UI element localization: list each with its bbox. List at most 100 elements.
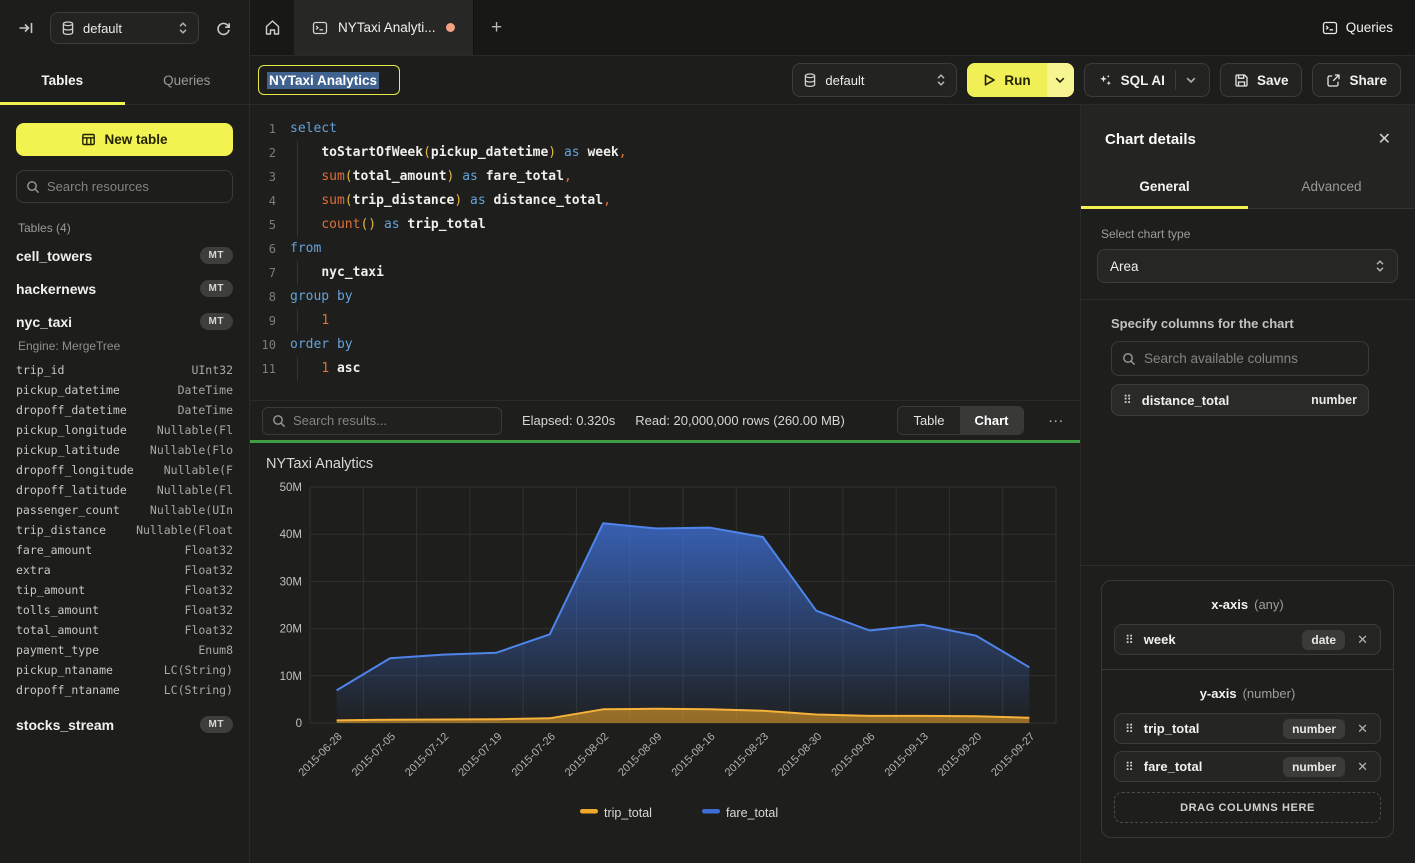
results-search-input[interactable]: [293, 413, 492, 428]
view-toggle-table[interactable]: Table: [898, 407, 959, 434]
chevron-updown-icon: [178, 21, 188, 35]
code-line: 1select: [250, 117, 1080, 141]
legend-swatch-fare_total[interactable]: [702, 809, 720, 814]
token: ): [548, 145, 556, 160]
tab-nytaxi-analytics[interactable]: NYTaxi Analyti...: [294, 0, 474, 55]
run-options-caret[interactable]: [1047, 63, 1074, 97]
new-table-button[interactable]: New table: [16, 123, 233, 156]
run-button-main[interactable]: Run: [967, 63, 1046, 97]
drag-handle-icon[interactable]: ⠿: [1123, 394, 1132, 406]
chevron-down-icon: [1186, 77, 1196, 84]
new-tab-button[interactable]: +: [474, 0, 520, 55]
chart-type-dropdown[interactable]: Area: [1097, 249, 1398, 283]
panel-tab-underline: [1081, 206, 1248, 209]
run-button[interactable]: Run: [967, 63, 1073, 97]
table-engine-badge: MT: [200, 716, 233, 733]
line-number: 5: [250, 213, 276, 237]
token: [462, 193, 470, 208]
remove-icon[interactable]: ✕: [1355, 632, 1370, 648]
available-column-distance_total[interactable]: ⠿distance_totalnumber: [1111, 384, 1369, 416]
column-name: fare_amount: [16, 543, 92, 557]
column-row: dropoff_latitudeNullable(Fl: [16, 480, 233, 500]
axis-item-trip_total[interactable]: ⠿trip_totalnumber✕: [1114, 713, 1381, 744]
table-row-nyc_taxi[interactable]: nyc_taxiMT: [16, 305, 233, 338]
drag-columns-drop-zone[interactable]: DRAG COLUMNS HERE: [1114, 792, 1381, 823]
panel-header: Chart details ✕: [1081, 105, 1415, 167]
panel-tab-general[interactable]: General: [1081, 167, 1248, 208]
code-tokens: from: [290, 237, 321, 261]
table-row-hackernews[interactable]: hackernewsMT: [16, 272, 233, 305]
y-axis-section: y-axis(number) ⠿trip_totalnumber✕⠿fare_t…: [1102, 669, 1393, 837]
remove-icon[interactable]: ✕: [1355, 759, 1370, 775]
legend-label-trip_total[interactable]: trip_total: [604, 806, 652, 820]
sidebar-tab-tables[interactable]: Tables: [0, 56, 125, 104]
database-selector[interactable]: default: [50, 12, 199, 44]
column-type: number: [1311, 393, 1357, 407]
chevron-down-icon: [1055, 77, 1065, 84]
column-row: trip_distanceNullable(Float: [16, 520, 233, 540]
indent-guide: [297, 189, 298, 213]
token: fare_total: [486, 169, 564, 184]
column-row: dropoff_datetimeDateTime: [16, 400, 233, 420]
token: week: [587, 145, 618, 160]
sql-ai-button[interactable]: SQL AI: [1084, 63, 1210, 97]
query-toolbar: NYTaxi Analytics default Run SQL AI: [250, 56, 1415, 105]
close-icon[interactable]: ✕: [1378, 129, 1391, 149]
axis-item-week[interactable]: ⠿weekdate✕: [1114, 624, 1381, 655]
x-axis-title: x-axis(any): [1114, 597, 1381, 612]
table-row-stocks_stream[interactable]: stocks_streamMT: [16, 708, 233, 741]
columns-search[interactable]: [1111, 341, 1369, 376]
code-tokens: order by: [290, 333, 353, 357]
chart-title: NYTaxi Analytics: [250, 443, 1080, 472]
refresh-button[interactable]: [209, 14, 237, 42]
column-name: tolls_amount: [16, 603, 99, 617]
drag-handle-icon[interactable]: ⠿: [1125, 723, 1134, 735]
drag-handle-icon[interactable]: ⠿: [1125, 761, 1134, 773]
sidebar-search-input[interactable]: [47, 179, 223, 194]
drag-handle-icon[interactable]: ⠿: [1125, 634, 1134, 646]
indent-guide: [297, 213, 298, 237]
columns-search-input[interactable]: [1144, 351, 1358, 366]
axis-item-fare_total[interactable]: ⠿fare_totalnumber✕: [1114, 751, 1381, 782]
y-axis-label: y-axis: [1200, 686, 1237, 701]
panel-title: Chart details: [1105, 131, 1196, 148]
column-row: fare_amountFloat32: [16, 540, 233, 560]
sidebar: New table Tables (4) cell_towersMThacker…: [0, 105, 250, 863]
view-toggle: Table Chart: [897, 406, 1024, 435]
sql-ai-separator: [1175, 70, 1176, 90]
code-line: 8group by: [250, 285, 1080, 309]
panel-tab-advanced[interactable]: Advanced: [1248, 167, 1415, 208]
results-search[interactable]: [262, 407, 502, 435]
sidebar-tab-queries[interactable]: Queries: [125, 56, 250, 104]
collapse-sidebar-button[interactable]: [12, 14, 40, 42]
sidebar-search[interactable]: [16, 170, 233, 203]
run-database-selector[interactable]: default: [792, 63, 957, 97]
view-toggle-chart[interactable]: Chart: [960, 407, 1024, 434]
token: select: [290, 121, 337, 136]
queries-button[interactable]: Queries: [1300, 0, 1415, 55]
save-button[interactable]: Save: [1220, 63, 1303, 97]
query-title-input[interactable]: NYTaxi Analytics: [258, 65, 400, 95]
sidebar-tabs: Tables Queries: [0, 56, 250, 105]
token: sum: [321, 169, 344, 184]
queries-label: Queries: [1346, 20, 1393, 35]
token: pickup_datetime: [431, 145, 548, 160]
top-bar-left: default: [0, 0, 250, 56]
sql-editor[interactable]: 1select2 toStartOfWeek(pickup_datetime) …: [250, 105, 1080, 400]
area-chart[interactable]: 010M20M30M40M50M2015-06-282015-07-052015…: [250, 472, 1080, 855]
share-button[interactable]: Share: [1312, 63, 1401, 97]
results-more-button[interactable]: ...: [1044, 409, 1068, 432]
code-line: 10order by: [250, 333, 1080, 357]
column-type: Nullable(UIn: [150, 503, 233, 517]
table-row-cell_towers[interactable]: cell_towersMT: [16, 239, 233, 272]
token: total_amount: [353, 169, 447, 184]
column-row: pickup_longitudeNullable(Fl: [16, 420, 233, 440]
column-row: pickup_ntanameLC(String): [16, 660, 233, 680]
legend-label-fare_total[interactable]: fare_total: [726, 806, 778, 820]
home-button[interactable]: [250, 0, 294, 55]
legend-swatch-trip_total[interactable]: [580, 809, 598, 814]
search-icon: [1122, 352, 1136, 366]
remove-icon[interactable]: ✕: [1355, 721, 1370, 737]
token: ,: [564, 169, 572, 184]
table-name: hackernews: [16, 281, 96, 297]
